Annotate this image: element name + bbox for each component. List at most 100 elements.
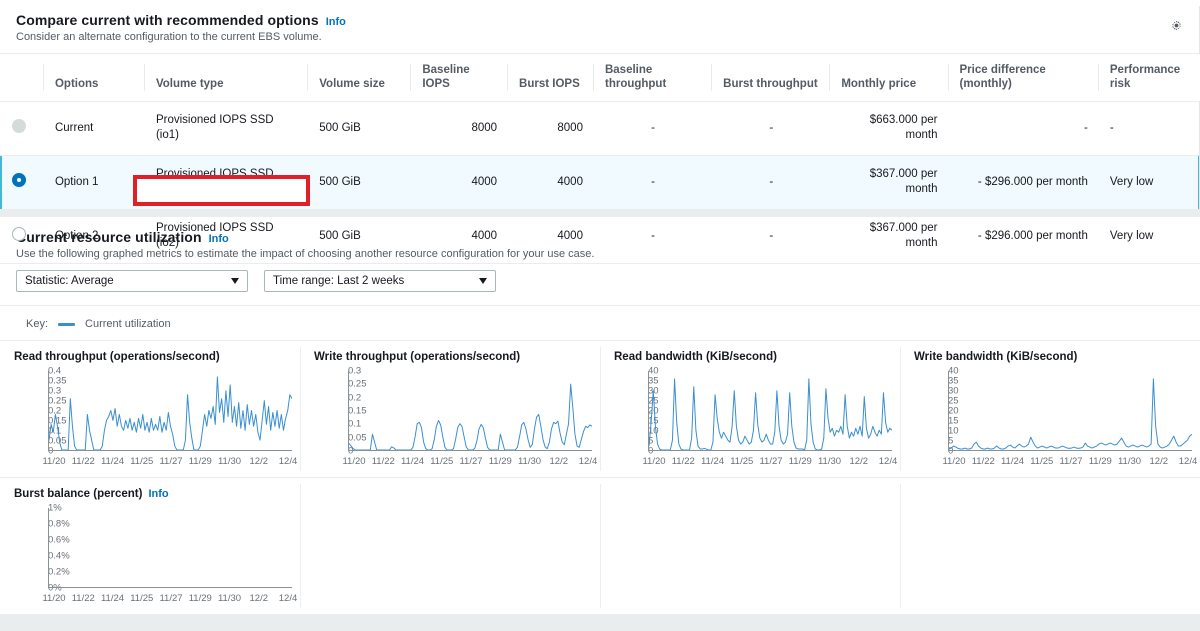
charts-row-primary: Read throughput (operations/second) 0 0.05…: [0, 340, 1200, 477]
x-axis-tick-label: 11/25: [730, 456, 754, 467]
chart-title: Burst balance (percent) Info: [14, 488, 292, 500]
radio-option-1[interactable]: [12, 172, 26, 187]
timerange-select[interactable]: Time range: Last 2 weeks: [264, 270, 496, 292]
x-axis-tick-label: 11/27: [159, 456, 183, 467]
cell-burst-iops: 8000: [507, 101, 593, 156]
legend-color-swatch: [58, 322, 76, 326]
cell-baseline-iops: 4000: [410, 209, 508, 264]
timerange-select-value: Time range: Last 2 weeks: [273, 275, 405, 287]
cell-performance-risk: -: [1097, 101, 1200, 156]
chart-info-link[interactable]: Info: [148, 488, 168, 500]
x-axis-tick-label: 11/30: [817, 456, 842, 467]
chart-panel: Read bandwidth (KiB/second) 0 5 10 15 20 25 30 3…: [600, 341, 900, 477]
cell-burst-iops: 4000: [507, 209, 593, 264]
x-axis-tick-label: 11/20: [942, 456, 966, 467]
chart-title: Read throughput (operations/second): [14, 351, 292, 363]
current-resource-utilization-panel: Current resource utilization Info Use th…: [0, 217, 1200, 614]
cell-volume-type: Provisioned IOPS SSD (io1): [143, 101, 308, 156]
chart-title: Read bandwidth (KiB/second): [614, 351, 892, 363]
x-axis-tick-label: 11/25: [130, 593, 154, 604]
cell-burst-throughput: -: [711, 209, 830, 264]
statistic-select[interactable]: Statistic: Average: [16, 270, 248, 292]
x-axis: 11/20 11/22 11/24 11/25 11/27 11/29 11/30 12/2 1…: [342, 453, 597, 467]
x-axis-tick-label: 11/24: [700, 456, 725, 467]
chart-title-text: Read bandwidth (KiB/second): [614, 351, 777, 363]
chart-plot: 0 0.05 0.1 0.15 0.2 0.25 0.3 0.35 0.4 11/20 11/22 1…: [42, 365, 298, 468]
chart-panel: Write throughput (operations/second) 0 0.0…: [300, 341, 600, 477]
x-axis-tick-label: 11/25: [1030, 456, 1054, 467]
table-row[interactable]: Option 1 Provisioned IOPS SSD (io1) 500 …: [0, 154, 1200, 210]
x-axis-tick-label: 12/2: [249, 593, 269, 604]
compare-info-link[interactable]: Info: [326, 16, 346, 28]
column-header-volume-size: Volume size: [307, 53, 411, 102]
x-axis-tick-label: 11/29: [488, 456, 512, 467]
chart-line-series: [49, 371, 292, 450]
compare-options-panel: Compare current with recommended options…: [0, 0, 1200, 264]
utilization-body: Key: Current utilization Read throughput…: [0, 305, 1200, 614]
column-header-price-difference: Price difference (monthly): [947, 53, 1098, 102]
cell-baseline-iops: 4000: [410, 154, 508, 210]
chart-axes: [48, 371, 292, 451]
chart-panel: Write bandwidth (KiB/second) 0 5 10 15 20 25 30…: [900, 341, 1200, 477]
cell-volume-type: Provisioned IOPS SSD (io1): [143, 154, 308, 210]
row-radio-cell[interactable]: [0, 209, 43, 264]
chart-axes: [948, 371, 1192, 451]
x-axis: 11/20 11/22 11/24 11/25 11/27 11/29 11/30 12/2 1…: [942, 453, 1197, 467]
gear-icon[interactable]: [1166, 15, 1186, 35]
x-axis-tick-label: 12/2: [849, 456, 869, 467]
cell-performance-risk: Very low: [1097, 209, 1200, 264]
cell-monthly-price: $367.000 per month: [829, 154, 948, 210]
table-row[interactable]: Current Provisioned IOPS SSD (io1) 500 G…: [0, 101, 1200, 156]
x-axis-tick-label: 11/29: [188, 456, 212, 467]
radio-current[interactable]: [12, 118, 26, 133]
x-axis-tick-label: 11/24: [1000, 456, 1025, 467]
cell-volume-size: 500 GiB: [307, 209, 411, 264]
x-axis-tick-label: 11/24: [400, 456, 425, 467]
radio-option-2[interactable]: [12, 226, 26, 241]
x-axis-tick-label: 11/27: [759, 456, 783, 467]
row-radio-cell[interactable]: [0, 154, 43, 210]
x-axis-tick-label: 12/2: [249, 456, 269, 467]
column-header-burst-iops: Burst IOPS: [507, 53, 593, 102]
x-axis-tick-label: 11/22: [71, 593, 95, 604]
chart-panel: Burst balance (percent) Info 0% 0.2% 0.4% 0.6…: [0, 478, 300, 614]
chart-title-text: Read throughput (operations/second): [14, 351, 220, 363]
cell-price-difference: - $296.000 per month: [947, 154, 1098, 210]
column-header-baseline-iops: Baseline IOPS: [410, 53, 508, 102]
column-header-options: Options: [42, 53, 144, 102]
x-axis: 11/20 11/22 11/24 11/25 11/27 11/29 11/30 12/2 1…: [42, 590, 297, 604]
cell-burst-throughput: -: [711, 154, 830, 210]
x-axis-tick-label: 11/20: [342, 456, 366, 467]
column-header-radio: [0, 53, 43, 102]
table-row[interactable]: Option 2 Provisioned IOPS SSD (io2) 500 …: [0, 209, 1200, 264]
cell-option: Current: [42, 101, 144, 156]
x-axis-tick-label: 11/22: [371, 456, 395, 467]
table-header-row: Options Volume type Volume size Baseline…: [0, 53, 1200, 102]
cell-monthly-price: $663.000 per month: [829, 101, 948, 156]
chart-legend: Key: Current utilization: [0, 306, 1200, 340]
x-axis-tick-label: 11/25: [430, 456, 454, 467]
chart-plot: 0 5 10 15 20 25 30 35 40 11/20 11/22 11/24 11/25 11/2…: [642, 365, 898, 468]
chart-title: Write throughput (operations/second): [314, 351, 592, 363]
cell-baseline-throughput: -: [592, 209, 712, 264]
column-header-monthly-price: Monthly price: [829, 53, 948, 102]
chart-title-text: Write throughput (operations/second): [314, 351, 521, 363]
x-axis-tick-label: 12/2: [549, 456, 569, 467]
legend-series-name: Current utilization: [85, 318, 171, 330]
x-axis-tick-label: 12/4: [1178, 456, 1198, 467]
compare-options-table: Options Volume type Volume size Baseline…: [0, 53, 1200, 264]
chart-line-series: [649, 371, 892, 450]
x-axis-tick-label: 11/27: [459, 456, 483, 467]
chart-line-series: [49, 508, 292, 587]
compare-section-header: Compare current with recommended options…: [0, 0, 1200, 53]
cell-option: Option 2: [42, 209, 144, 264]
chart-axes: [48, 508, 292, 588]
page-title: Compare current with recommended options: [16, 12, 319, 28]
cell-monthly-price: $367.000 per month: [829, 209, 948, 264]
chart-title-text: Burst balance (percent): [14, 488, 143, 500]
column-header-performance-risk: Performance risk: [1097, 53, 1200, 102]
row-radio-cell[interactable]: [0, 101, 43, 156]
cell-volume-size: 500 GiB: [307, 101, 411, 156]
x-axis-tick-label: 12/4: [278, 593, 298, 604]
x-axis-tick-label: 11/30: [1117, 456, 1142, 467]
